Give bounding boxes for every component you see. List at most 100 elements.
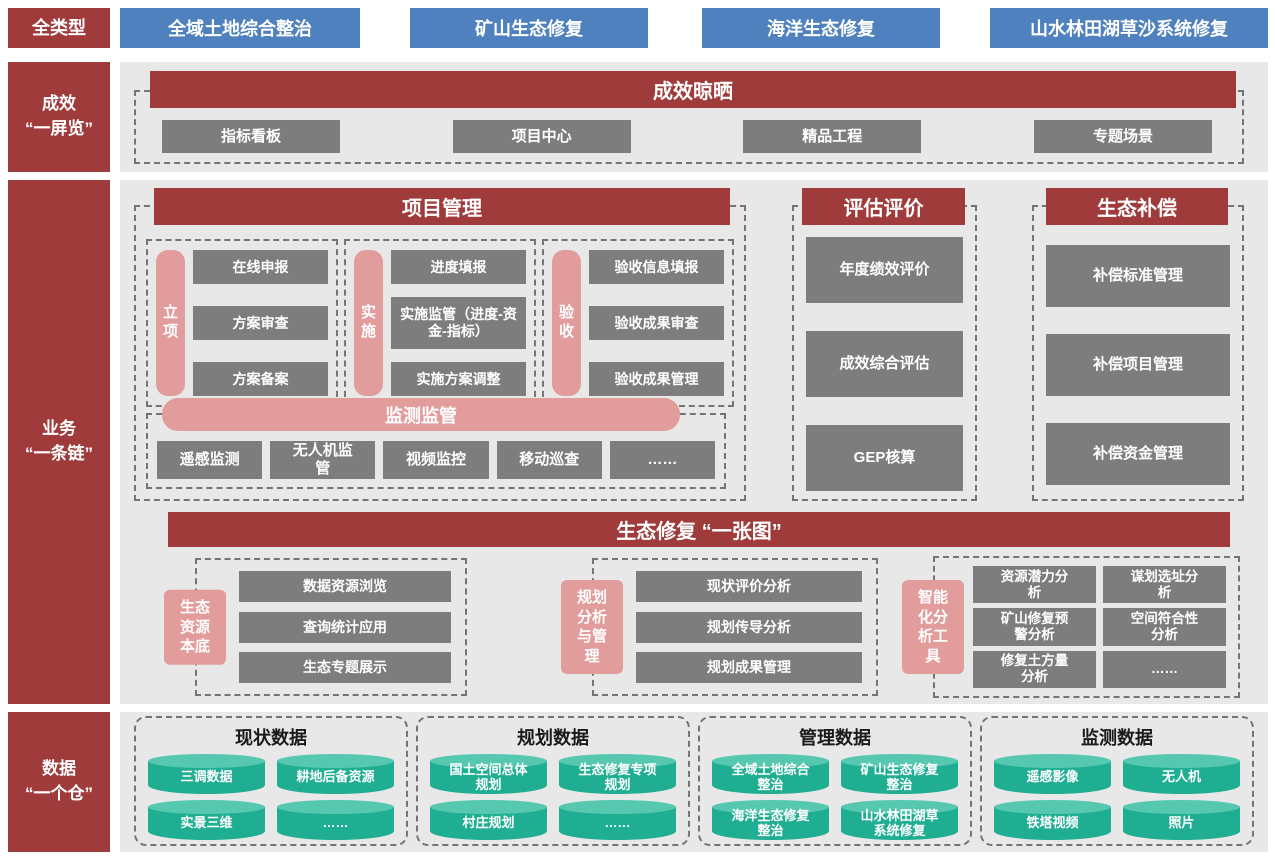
evaluation-item: GEP核算 (806, 425, 963, 491)
compensation-item: 补偿标准管理 (1046, 245, 1230, 307)
sidebar-effectiveness-line2: “一屏览” (25, 117, 93, 142)
database-cylinder: …… (277, 807, 394, 840)
sidebar-data-line2: “一个仓” (25, 782, 93, 807)
one-map-group-tools: 智能化分析工具 资源潜力分析 谋划选址分析 矿山修复预警分析 空间符合性分析 修… (933, 556, 1240, 698)
stage-approval-label: 立项 (156, 250, 185, 396)
effectiveness-items: 指标看板 项目中心 精品工程 专题场景 (162, 120, 1212, 153)
one-map-tool-item: 谋划选址分析 (1103, 566, 1226, 603)
monitoring-item: 无人机监管 (270, 441, 375, 479)
effectiveness-item: 指标看板 (162, 120, 340, 153)
database-cylinder: 矿山生态修复整治 (841, 761, 958, 794)
data-group-title: 规划数据 (430, 724, 676, 750)
one-map-title: 生态修复 “一张图” (168, 512, 1230, 547)
effectiveness-panel: 成效晾晒 指标看板 项目中心 精品工程 专题场景 (120, 62, 1268, 172)
stage-approval: 立项 在线申报 方案审查 方案备案 (146, 239, 338, 407)
category-tab-land: 全域土地综合整治 (120, 8, 360, 48)
effectiveness-item: 项目中心 (453, 120, 631, 153)
one-map-item: 生态专题展示 (239, 652, 451, 683)
stage-item: 在线申报 (193, 250, 328, 284)
one-map-item: 规划传导分析 (636, 612, 862, 643)
database-cylinder: 国土空间总体规划 (430, 761, 547, 794)
sidebar-data-line1: 数据 (42, 757, 76, 782)
data-group-title: 管理数据 (712, 724, 958, 750)
database-cylinder: 无人机 (1123, 761, 1240, 794)
evaluation-item: 成效综合评估 (806, 331, 963, 397)
database-cylinder: 耕地后备资源 (277, 761, 394, 794)
database-cylinder: 铁塔视频 (994, 807, 1111, 840)
compensation-item: 补偿项目管理 (1046, 334, 1230, 396)
monitoring-title: 监测监管 (162, 398, 680, 431)
stage-implementation-label: 实施 (354, 250, 383, 396)
data-group-planning: 规划数据 国土空间总体规划 生态修复专项规划 村庄规划 …… (416, 716, 690, 846)
project-management-group: 项目管理 立项 在线申报 方案审查 方案备案 实施 进度填报 实施监管（进度-资… (134, 205, 746, 501)
one-map-item: 规划成果管理 (636, 652, 862, 683)
compensation-title: 生态补偿 (1046, 188, 1228, 225)
one-map-group-tools-label: 智能化分析工具 (902, 580, 964, 674)
one-map-tool-item: …… (1103, 651, 1226, 688)
one-map-tool-item: 资源潜力分析 (973, 566, 1096, 603)
database-cylinder: 全域土地综合整治 (712, 761, 829, 794)
monitoring-item: 视频监控 (383, 441, 488, 479)
stage-item: 验收成果审查 (589, 306, 724, 340)
database-cylinder: 村庄规划 (430, 807, 547, 840)
stage-acceptance: 验收 验收信息填报 验收成果审查 验收成果管理 (542, 239, 734, 407)
project-stages: 立项 在线申报 方案审查 方案备案 实施 进度填报 实施监管（进度-资金-指标）… (146, 239, 734, 407)
one-map-group-resources: 生态资源本底 数据资源浏览 查询统计应用 生态专题展示 (195, 558, 467, 696)
sidebar-business-line2: “一条链” (25, 442, 93, 467)
monitoring-item: 遥感监测 (157, 441, 262, 479)
project-management-title: 项目管理 (154, 188, 730, 225)
stage-item: 方案审查 (193, 306, 328, 340)
database-cylinder: 照片 (1123, 807, 1240, 840)
all-types-label: 全类型 (8, 8, 110, 48)
stage-item: 进度填报 (391, 250, 526, 284)
effectiveness-item: 精品工程 (743, 120, 921, 153)
data-panel: 现状数据 三调数据 耕地后备资源 实景三维 …… 规划数据 国土空间总体规划 生… (120, 712, 1268, 852)
database-cylinder: 海洋生态修复整治 (712, 807, 829, 840)
category-tab-system: 山水林田湖草沙系统修复 (990, 8, 1268, 48)
category-tab-ocean: 海洋生态修复 (702, 8, 940, 48)
evaluation-item: 年度绩效评价 (806, 237, 963, 303)
database-cylinder: 生态修复专项规划 (559, 761, 676, 794)
stage-item: 实施方案调整 (391, 362, 526, 396)
database-cylinder: 三调数据 (148, 761, 265, 794)
data-group-title: 监测数据 (994, 724, 1240, 750)
one-map-tool-item: 空间符合性分析 (1103, 608, 1226, 645)
one-map-group-planning-label: 规划分析与管理 (561, 580, 623, 674)
effectiveness-group: 成效晾晒 指标看板 项目中心 精品工程 专题场景 (134, 90, 1244, 164)
database-cylinder: 实景三维 (148, 807, 265, 840)
one-map-item: 现状评价分析 (636, 571, 862, 602)
evaluation-group: 评估评价 年度绩效评价 成效综合评估 GEP核算 (792, 205, 977, 501)
database-cylinder: 遥感影像 (994, 761, 1111, 794)
one-map-item: 查询统计应用 (239, 612, 451, 643)
one-map-group-resources-label: 生态资源本底 (164, 590, 226, 665)
stage-implementation: 实施 进度填报 实施监管（进度-资金-指标） 实施方案调整 (344, 239, 536, 407)
evaluation-title: 评估评价 (802, 188, 965, 225)
one-map-tool-item: 修复土方量分析 (973, 651, 1096, 688)
stage-item: 验收成果管理 (589, 362, 724, 396)
monitoring-item: …… (610, 441, 715, 479)
architecture-diagram: 全类型 全域土地综合整治 矿山生态修复 海洋生态修复 山水林田湖草沙系统修复 成… (0, 0, 1275, 856)
database-cylinder: …… (559, 807, 676, 840)
stage-item: 验收信息填报 (589, 250, 724, 284)
database-cylinder: 山水林田湖草系统修复 (841, 807, 958, 840)
data-group-title: 现状数据 (148, 724, 394, 750)
compensation-item: 补偿资金管理 (1046, 423, 1230, 485)
stage-acceptance-label: 验收 (552, 250, 581, 396)
monitoring-group: 监测监管 遥感监测 无人机监管 视频监控 移动巡查 …… (146, 413, 726, 489)
one-map-tool-item: 矿山修复预警分析 (973, 608, 1096, 645)
stage-item: 方案备案 (193, 362, 328, 396)
data-group-current: 现状数据 三调数据 耕地后备资源 实景三维 …… (134, 716, 408, 846)
business-panel: 项目管理 立项 在线申报 方案审查 方案备案 实施 进度填报 实施监管（进度-资… (120, 180, 1268, 704)
data-group-management: 管理数据 全域土地综合整治 矿山生态修复整治 海洋生态修复整治 山水林田湖草系统… (698, 716, 972, 846)
one-map-group-planning: 规划分析与管理 现状评价分析 规划传导分析 规划成果管理 (592, 558, 878, 696)
data-group-monitoring: 监测数据 遥感影像 无人机 铁塔视频 照片 (980, 716, 1254, 846)
monitoring-item: 移动巡查 (497, 441, 602, 479)
one-map-item: 数据资源浏览 (239, 571, 451, 602)
sidebar-effectiveness: 成效 “一屏览” (8, 62, 110, 172)
category-tab-mine: 矿山生态修复 (410, 8, 648, 48)
sidebar-effectiveness-line1: 成效 (42, 92, 76, 117)
sidebar-data: 数据 “一个仓” (8, 712, 110, 852)
effectiveness-title: 成效晾晒 (150, 71, 1236, 108)
sidebar-business-line1: 业务 (42, 417, 76, 442)
compensation-group: 生态补偿 补偿标准管理 补偿项目管理 补偿资金管理 (1032, 205, 1244, 501)
